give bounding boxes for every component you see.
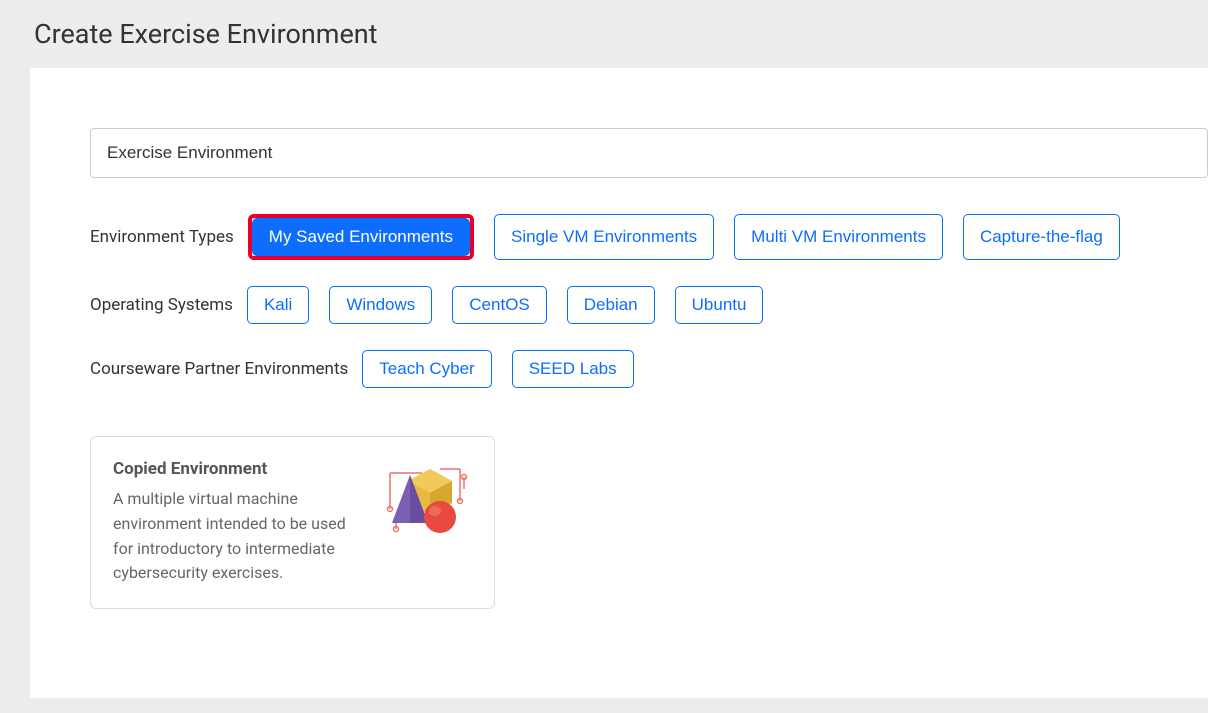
operating-systems-row: Operating Systems Kali Windows CentOS De… xyxy=(90,286,1208,324)
filter-seed-labs[interactable]: SEED Labs xyxy=(512,350,634,388)
environment-card-icon xyxy=(382,459,472,539)
filter-multi-vm-environments[interactable]: Multi VM Environments xyxy=(734,214,943,260)
environment-types-label: Environment Types xyxy=(90,227,234,247)
content-panel: Environment Types My Saved Environments … xyxy=(30,68,1208,698)
operating-systems-buttons: Kali Windows CentOS Debian Ubuntu xyxy=(247,286,764,324)
filter-windows[interactable]: Windows xyxy=(329,286,432,324)
environment-card-title: Copied Environment xyxy=(113,459,366,479)
environment-types-buttons: My Saved Environments Single VM Environm… xyxy=(248,214,1120,260)
environment-card-description: A multiple virtual machine environment i… xyxy=(113,487,366,586)
environment-types-row: Environment Types My Saved Environments … xyxy=(90,214,1208,260)
filter-debian[interactable]: Debian xyxy=(567,286,655,324)
filter-teach-cyber[interactable]: Teach Cyber xyxy=(362,350,491,388)
geometric-shapes-icon xyxy=(382,459,472,539)
courseware-label: Courseware Partner Environments xyxy=(90,359,348,379)
filter-kali[interactable]: Kali xyxy=(247,286,309,324)
environment-cards: Copied Environment A multiple virtual ma… xyxy=(90,436,1208,609)
environment-card-text: Copied Environment A multiple virtual ma… xyxy=(113,459,366,586)
page-title: Create Exercise Environment xyxy=(0,0,1208,68)
environment-name-input[interactable] xyxy=(90,128,1208,178)
courseware-row: Courseware Partner Environments Teach Cy… xyxy=(90,350,1208,388)
filter-centos[interactable]: CentOS xyxy=(452,286,546,324)
environment-card[interactable]: Copied Environment A multiple virtual ma… xyxy=(90,436,495,609)
operating-systems-label: Operating Systems xyxy=(90,295,233,315)
courseware-buttons: Teach Cyber SEED Labs xyxy=(362,350,633,388)
page-container: Create Exercise Environment Environment … xyxy=(0,0,1208,698)
filter-single-vm-environments[interactable]: Single VM Environments xyxy=(494,214,714,260)
filter-my-saved-environments[interactable]: My Saved Environments xyxy=(252,218,470,256)
active-filter-highlight: My Saved Environments xyxy=(248,214,474,260)
filter-capture-the-flag[interactable]: Capture-the-flag xyxy=(963,214,1120,260)
filter-ubuntu[interactable]: Ubuntu xyxy=(675,286,764,324)
